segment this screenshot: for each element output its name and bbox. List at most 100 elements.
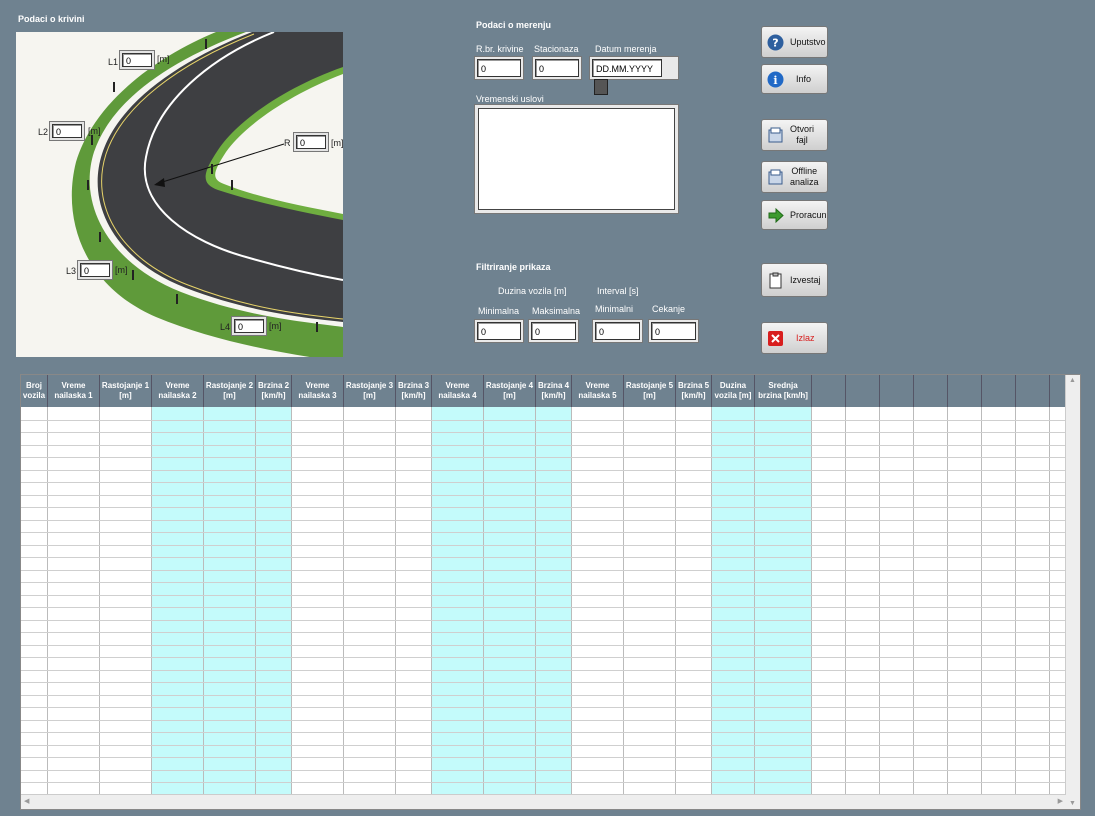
table-row bbox=[21, 744, 1066, 746]
uputstvo-button[interactable]: ? Uputstvo bbox=[761, 26, 828, 58]
table-header-11: Rastojanje 4 [m] bbox=[484, 375, 536, 407]
wait-frame: 0 bbox=[648, 319, 699, 343]
scroll-right-icon[interactable]: ▶ bbox=[1058, 797, 1063, 805]
road-curve-image bbox=[16, 32, 343, 357]
offline-analysis-button[interactable]: Offline analiza bbox=[761, 161, 828, 193]
r-input[interactable]: 0 bbox=[296, 135, 326, 149]
exit-button[interactable]: Izlaz bbox=[761, 322, 828, 354]
station-frame: 0 bbox=[532, 56, 582, 80]
min-length-input[interactable]: 0 bbox=[477, 322, 521, 340]
table-header-18 bbox=[812, 375, 846, 407]
table-column-9[interactable] bbox=[396, 407, 432, 795]
max-length-input[interactable]: 0 bbox=[531, 322, 576, 340]
table-column-17[interactable] bbox=[755, 407, 812, 795]
table-column-11[interactable] bbox=[484, 407, 536, 795]
date-label: Datum merenja bbox=[595, 44, 657, 54]
calendar-icon[interactable] bbox=[594, 79, 608, 95]
table-row bbox=[21, 444, 1066, 446]
table-column-5[interactable] bbox=[204, 407, 256, 795]
table-row bbox=[21, 757, 1066, 758]
l1-unit: [m] bbox=[157, 54, 170, 64]
table-column-12[interactable] bbox=[536, 407, 572, 795]
l2-unit: [m] bbox=[88, 126, 101, 136]
r-unit: [m] bbox=[331, 138, 343, 148]
table-column-24[interactable] bbox=[1016, 407, 1050, 795]
station-label: Stacionaza bbox=[534, 44, 579, 54]
table-column-16[interactable] bbox=[712, 407, 755, 795]
table-column-1[interactable] bbox=[21, 407, 48, 795]
table-header-16: Duzina vozila [m] bbox=[712, 375, 755, 407]
scroll-up-icon[interactable]: ▲ bbox=[1069, 377, 1076, 384]
table-row bbox=[21, 769, 1066, 771]
table-column-18[interactable] bbox=[812, 407, 846, 795]
wait-input[interactable]: 0 bbox=[651, 322, 696, 340]
table-column-10[interactable] bbox=[432, 407, 484, 795]
l4-label: L4 bbox=[220, 322, 231, 332]
curve-number-input[interactable]: 0 bbox=[477, 59, 521, 77]
table-header-1: Broj vozila bbox=[21, 375, 48, 407]
table-header-20 bbox=[880, 375, 914, 407]
table-header-8: Rastojanje 3 [m] bbox=[344, 375, 396, 407]
curve-number-label: R.br. krivine bbox=[476, 44, 524, 54]
l3-unit: [m] bbox=[115, 265, 128, 275]
table-header-19 bbox=[846, 375, 880, 407]
l3-input[interactable]: 0 bbox=[80, 263, 110, 277]
folder-icon bbox=[768, 127, 783, 142]
horizontal-scrollbar[interactable]: ◀ ▶ bbox=[21, 794, 1066, 809]
uputstvo-label: Uputstvo bbox=[790, 36, 826, 47]
l2-input[interactable]: 0 bbox=[52, 124, 82, 138]
wait-label: Cekanje bbox=[652, 304, 686, 314]
table-column-21[interactable] bbox=[914, 407, 948, 795]
curve-diagram: L1 0 [m] L2 0 [m] R 0 [m] L3 0 [m] L4 0 … bbox=[16, 32, 343, 357]
close-icon bbox=[768, 330, 783, 346]
table-header-10: Vreme nailaska 4 bbox=[432, 375, 484, 407]
table-row bbox=[21, 507, 1066, 508]
table-column-19[interactable] bbox=[846, 407, 880, 795]
table-column-13[interactable] bbox=[572, 407, 624, 795]
table-row bbox=[21, 494, 1066, 496]
l1-input[interactable]: 0 bbox=[122, 53, 152, 67]
table-header-9: Brzina 3 [km/h] bbox=[396, 375, 432, 407]
table-column-8[interactable] bbox=[344, 407, 396, 795]
max-length-frame: 0 bbox=[528, 319, 579, 343]
table-row bbox=[21, 657, 1066, 658]
table-row bbox=[21, 782, 1066, 783]
min-interval-label: Minimalni bbox=[595, 304, 634, 314]
date-input[interactable]: DD.MM.YYYY bbox=[592, 59, 662, 77]
table-header-17: Srednja brzina [km/h] bbox=[755, 375, 812, 407]
l3-field-frame: 0 bbox=[77, 260, 113, 280]
table-row bbox=[21, 594, 1066, 596]
table-column-6[interactable] bbox=[256, 407, 292, 795]
table-row bbox=[21, 544, 1066, 546]
scroll-down-icon[interactable]: ▼ bbox=[1069, 800, 1076, 807]
table-row bbox=[21, 519, 1066, 521]
table-column-3[interactable] bbox=[100, 407, 152, 795]
info-button[interactable]: i Info bbox=[761, 64, 828, 94]
table-column-15[interactable] bbox=[676, 407, 712, 795]
table-column-2[interactable] bbox=[48, 407, 100, 795]
l3-label: L3 bbox=[66, 266, 77, 276]
table-column-7[interactable] bbox=[292, 407, 344, 795]
table-row bbox=[21, 732, 1066, 733]
table-column-4[interactable] bbox=[152, 407, 204, 795]
weather-textarea[interactable] bbox=[478, 108, 675, 210]
calculate-button[interactable]: Proracun bbox=[761, 200, 828, 230]
station-input[interactable]: 0 bbox=[535, 59, 579, 77]
open-file-button[interactable]: Otvori fajl bbox=[761, 119, 828, 151]
scroll-left-icon[interactable]: ◀ bbox=[24, 797, 29, 805]
l4-input[interactable]: 0 bbox=[234, 319, 264, 333]
min-interval-input[interactable]: 0 bbox=[595, 322, 640, 340]
table-row bbox=[21, 419, 1066, 421]
table-column-14[interactable] bbox=[624, 407, 676, 795]
report-button[interactable]: Izvestaj bbox=[761, 263, 828, 297]
table-row bbox=[21, 707, 1066, 708]
table-row bbox=[21, 619, 1066, 621]
vertical-scrollbar[interactable]: ▲ ▼ bbox=[1065, 375, 1080, 809]
vehicle-data-table[interactable]: Broj vozila Vreme nailaska 1 Rastojanje 1 [m]… bbox=[20, 374, 1081, 810]
table-column-22[interactable] bbox=[948, 407, 982, 795]
table-header-15: Brzina 5 [km/h] bbox=[676, 375, 712, 407]
table-column-23[interactable] bbox=[982, 407, 1016, 795]
table-column-20[interactable] bbox=[880, 407, 914, 795]
calculate-label: Proracun bbox=[790, 209, 827, 220]
table-row bbox=[21, 457, 1066, 458]
